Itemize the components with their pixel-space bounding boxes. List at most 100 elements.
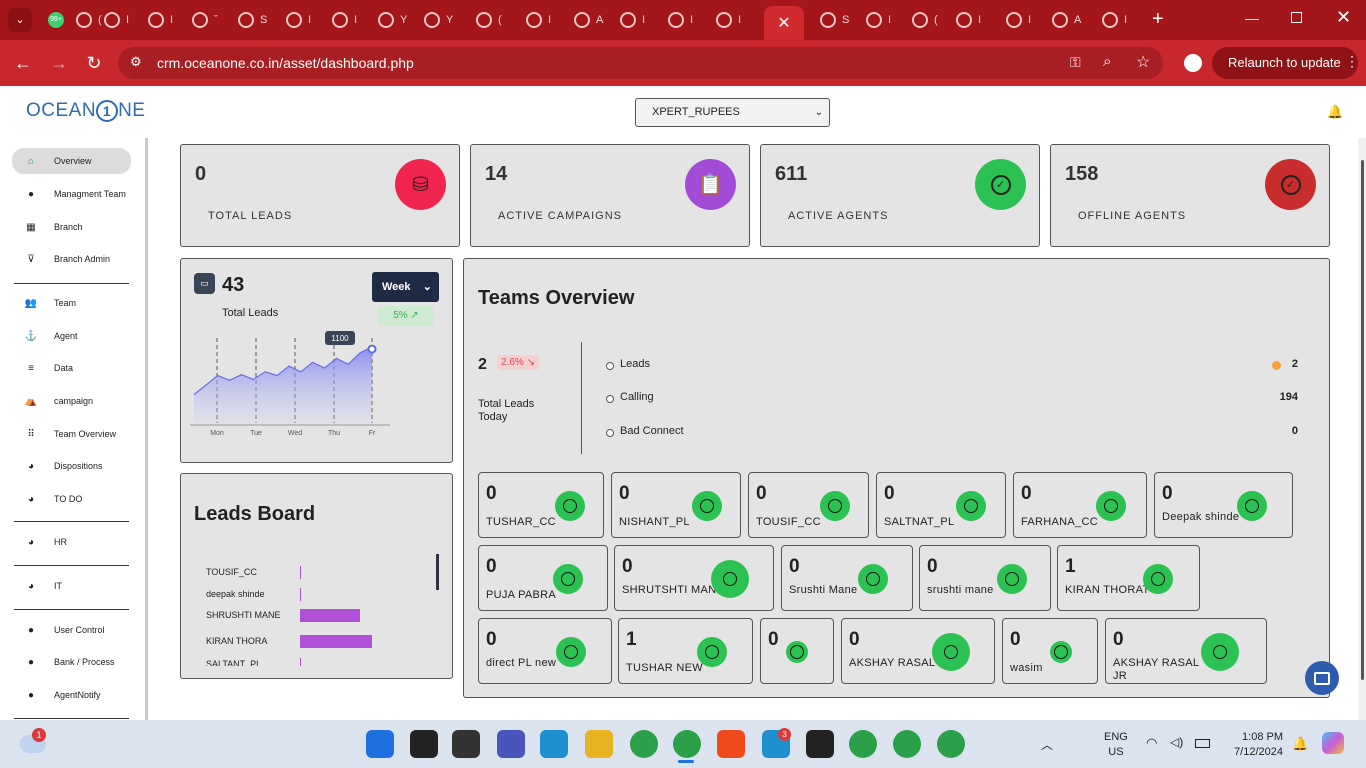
restore-button[interactable] [1291, 12, 1302, 23]
browser-tab[interactable]: I [614, 6, 658, 34]
browser-tab[interactable]: A [568, 6, 612, 34]
url-text[interactable]: crm.oceanone.co.in/asset/dashboard.php [157, 55, 414, 71]
browser-tab[interactable]: S [814, 6, 858, 34]
zoom-icon[interactable]: ⌕ [1103, 53, 1111, 70]
sidebar-item-hr[interactable]: ◕ HR [12, 529, 131, 555]
sidebar-item-team-overview[interactable]: ⠿ Team Overview [12, 421, 131, 447]
browser-tab[interactable]: ( [470, 6, 514, 34]
ocean-one-logo[interactable]: OCEAN 1 NE [26, 100, 145, 122]
reload-icon[interactable]: ↻ [81, 50, 107, 76]
back-arrow-icon[interactable]: ← [10, 50, 36, 76]
leads-board-bar[interactable] [300, 609, 360, 622]
search-icon[interactable] [410, 730, 438, 758]
chrome-icon[interactable] [937, 730, 965, 758]
browser-tab[interactable]: S [232, 6, 276, 34]
sidebar-item-bank-process[interactable]: ● Bank / Process [12, 649, 131, 675]
system-tray-chevron-icon[interactable]: ︿ [1041, 736, 1053, 753]
team-member-card[interactable]: 0 TUSHAR_CC [478, 472, 604, 538]
team-member-card[interactable]: 0 AKSHAY RASAL 1 [841, 618, 995, 684]
team-member-card[interactable]: 1 TUSHAR NEW [618, 618, 753, 684]
chrome-icon[interactable] [673, 730, 701, 758]
language-indicator[interactable]: ENG US [1104, 730, 1128, 760]
sidebar-item-branch-admin[interactable]: ⊽ Branch Admin [12, 246, 131, 272]
chrome-icon[interactable] [630, 730, 658, 758]
team-member-card[interactable]: 0 srushti mane [919, 545, 1051, 611]
team-member-card[interactable]: 0 SALTNAT_PL [876, 472, 1006, 538]
page-scrollbar-thumb[interactable] [1361, 160, 1364, 680]
browser-tab[interactable]: I [1000, 6, 1044, 34]
team-member-card[interactable]: 0 PUJA PABRA [478, 545, 608, 611]
brave-icon[interactable] [717, 730, 745, 758]
browser-tab[interactable]: ˇ [186, 6, 230, 34]
menu-kebab-icon[interactable]: ⋮ [1345, 53, 1359, 70]
wifi-icon[interactable]: ◠ [1146, 735, 1157, 751]
sidebar-item-agentnotify[interactable]: ● AgentNotify [12, 682, 131, 708]
sidebar-item-overview[interactable]: ⌂ Overview [12, 148, 131, 174]
profile-icon[interactable] [1184, 54, 1202, 72]
relaunch-button[interactable]: Relaunch to update [1212, 47, 1358, 79]
minimize-button[interactable]: — [1245, 10, 1259, 26]
team-member-card[interactable]: 0 [760, 618, 834, 684]
password-key-icon[interactable]: ⚿ [1070, 54, 1081, 71]
clock[interactable]: 1:08 PM 7/12/2024 [1226, 730, 1283, 760]
chart-point[interactable] [367, 344, 377, 354]
browser-tab[interactable]: I [98, 6, 142, 34]
sidebar-item-data[interactable]: ≡ Data [12, 355, 131, 381]
team-member-card[interactable]: 0 direct PL new [478, 618, 612, 684]
file-explorer-icon[interactable] [585, 730, 613, 758]
team-member-card[interactable]: 0 AKSHAY RASAL JR [1105, 618, 1267, 684]
bookmark-star-icon[interactable]: ☆ [1136, 52, 1150, 72]
browser-tab[interactable]: ( [906, 6, 950, 34]
team-member-card[interactable]: 0 wasim [1002, 618, 1098, 684]
team-member-card[interactable]: 1 KIRAN THORAT [1057, 545, 1200, 611]
sidebar-item-it[interactable]: ◕ IT [12, 573, 131, 599]
battery-icon[interactable] [1195, 739, 1210, 748]
forward-arrow-icon[interactable]: → [46, 50, 72, 76]
browser-tab[interactable]: I [326, 6, 370, 34]
notifications-bell-icon[interactable]: 🔔 [1292, 736, 1308, 752]
close-tab-icon[interactable]: ✕ [777, 13, 790, 33]
chrome-icon[interactable] [893, 730, 921, 758]
sidebar-item-user-control[interactable]: ● User Control [12, 617, 131, 643]
browser-tab[interactable]: A [1046, 6, 1090, 34]
team-member-card[interactable]: 0 TOUSIF_CC [748, 472, 869, 538]
sticky-notes-icon[interactable] [806, 730, 834, 758]
chrome-icon[interactable] [849, 730, 877, 758]
browser-tab[interactable]: I [1096, 6, 1140, 34]
browser-tab[interactable]: I [520, 6, 564, 34]
team-member-card[interactable]: 0 FARHANA_CC [1013, 472, 1147, 538]
browser-tab[interactable]: I [950, 6, 994, 34]
tab-search-button[interactable]: ⌄ [8, 8, 32, 32]
active-tab[interactable]: ✕ [764, 6, 804, 40]
teams-icon[interactable] [497, 730, 525, 758]
volume-icon[interactable]: ◁) [1170, 735, 1183, 749]
sidebar-item-dispositions[interactable]: ◕ Dispositions [12, 453, 131, 479]
browser-tab[interactable]: I [142, 6, 186, 34]
sidebar-item-campaign[interactable]: ⛺ campaign [12, 388, 131, 414]
sidebar-item-to-do[interactable]: ◕ TO DO [12, 486, 131, 512]
browser-tab[interactable]: Y [418, 6, 462, 34]
organization-select[interactable]: XPERT_RUPEES ⌄ [635, 98, 830, 127]
browser-tab[interactable]: I [662, 6, 706, 34]
team-member-card[interactable]: 0 SHRUTSHTI MANE [614, 545, 774, 611]
browser-tab[interactable]: I [710, 6, 754, 34]
leads-board-bar[interactable] [300, 658, 301, 666]
browser-tab[interactable]: I [280, 6, 324, 34]
browser-tab[interactable]: I [860, 6, 904, 34]
start-icon[interactable] [366, 730, 394, 758]
sidebar-item-branch[interactable]: ▦ Branch [12, 214, 131, 240]
close-window-button[interactable]: ✕ [1336, 7, 1351, 28]
leads-board-bar[interactable] [300, 635, 372, 648]
whatsapp-tab-icon[interactable]: 99+ [48, 12, 64, 28]
task-view-icon[interactable] [452, 730, 480, 758]
leads-board-bar[interactable] [300, 588, 301, 601]
leads-board-scrollbar[interactable] [436, 554, 439, 590]
team-member-card[interactable]: 0 NISHANT_PL [611, 472, 741, 538]
chat-support-button[interactable] [1305, 661, 1339, 695]
team-member-card[interactable]: 0 Srushti Mane [781, 545, 913, 611]
notification-bell-icon[interactable]: 🔔 [1327, 104, 1343, 120]
team-member-card[interactable]: 0 Deepak shinde [1154, 472, 1293, 538]
copilot-icon[interactable] [1322, 732, 1344, 754]
sidebar-item-managment-team[interactable]: ● Managment Team [12, 181, 131, 207]
leads-board-bar[interactable] [300, 566, 301, 579]
